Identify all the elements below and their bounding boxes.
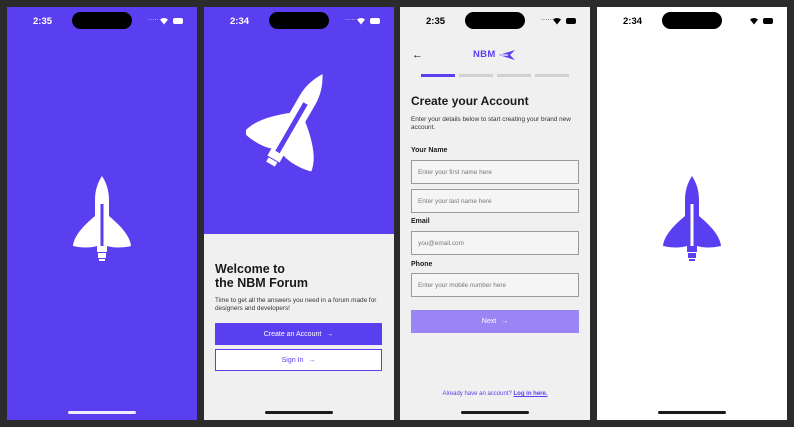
wifi-icon bbox=[357, 17, 365, 25]
home-indicator bbox=[68, 411, 136, 414]
dynamic-island bbox=[269, 12, 329, 29]
status-bar: 2:35 ..... bbox=[7, 7, 197, 35]
splash-screen-white: 2:34 bbox=[597, 7, 787, 420]
progress-steps bbox=[421, 74, 569, 77]
already-text: Already have an account? bbox=[442, 391, 512, 397]
welcome-description: Time to get all the answers you need in … bbox=[215, 297, 377, 312]
status-bar: 2:35 ..... bbox=[400, 7, 590, 35]
welcome-screen: 2:34 ..... Welcome to the NBM Forum Time… bbox=[204, 7, 394, 420]
signal-icon: ..... bbox=[148, 16, 159, 22]
battery-icon bbox=[173, 18, 183, 24]
status-time: 2:35 bbox=[33, 16, 53, 27]
dynamic-island bbox=[465, 12, 525, 29]
welcome-line-1: Welcome to bbox=[215, 262, 285, 276]
arrow-right-icon: → bbox=[326, 330, 334, 338]
welcome-line-2: the NBM Forum bbox=[215, 276, 309, 290]
rocket-logo-icon bbox=[663, 176, 721, 261]
phone-label: Phone bbox=[411, 261, 433, 268]
dynamic-island bbox=[662, 12, 722, 29]
hero-banner bbox=[204, 7, 394, 234]
name-label: Your Name bbox=[411, 147, 448, 154]
page-subtitle: Enter your details below to start creati… bbox=[411, 116, 571, 131]
status-time: 2:34 bbox=[623, 16, 643, 27]
rocket-tilted-icon bbox=[246, 74, 323, 172]
email-placeholder: you@email.com bbox=[418, 239, 464, 247]
create-account-label: Create an Account bbox=[263, 330, 322, 338]
phone-placeholder: Enter your mobile number here bbox=[418, 281, 507, 289]
last-name-placeholder: Enter your last name here bbox=[418, 197, 492, 205]
nbm-logo: NBM bbox=[473, 49, 515, 60]
battery-icon bbox=[763, 18, 773, 24]
email-label: Email bbox=[411, 218, 430, 225]
create-account-screen: 2:35 ..... ← NBM Create your Account Ent… bbox=[400, 7, 590, 420]
status-bar: 2:34 ..... bbox=[204, 7, 394, 35]
next-button[interactable]: Next → bbox=[411, 310, 579, 333]
arrow-right-icon: → bbox=[501, 318, 509, 325]
home-indicator bbox=[265, 411, 333, 414]
first-name-placeholder: Enter your first name here bbox=[418, 168, 492, 176]
wifi-icon bbox=[553, 17, 561, 25]
arrow-right-icon: → bbox=[308, 356, 316, 364]
login-link[interactable]: Log in here. bbox=[514, 391, 548, 397]
step-3 bbox=[497, 74, 531, 77]
signal-icon: ..... bbox=[541, 16, 552, 22]
wifi-icon bbox=[750, 17, 758, 25]
step-1 bbox=[421, 74, 455, 77]
dynamic-island bbox=[72, 12, 132, 29]
battery-icon bbox=[566, 18, 576, 24]
splash-screen-purple: 2:35 ..... bbox=[7, 7, 197, 420]
status-time: 2:34 bbox=[230, 16, 250, 27]
signal-icon: ..... bbox=[345, 16, 356, 22]
rocket-logo-icon bbox=[73, 176, 131, 261]
home-indicator bbox=[658, 411, 726, 414]
status-time: 2:35 bbox=[426, 16, 446, 27]
back-arrow-icon[interactable]: ← bbox=[412, 49, 423, 61]
page-title: Create your Account bbox=[411, 94, 529, 108]
wifi-icon bbox=[160, 17, 168, 25]
welcome-heading: Welcome to the NBM Forum bbox=[215, 262, 385, 290]
paper-plane-icon bbox=[498, 49, 515, 60]
step-2 bbox=[459, 74, 493, 77]
next-label: Next bbox=[481, 318, 497, 325]
last-name-field[interactable]: Enter your last name here bbox=[411, 189, 579, 213]
home-indicator bbox=[461, 411, 529, 414]
email-field[interactable]: you@email.com bbox=[411, 231, 579, 255]
logo-text: NBM bbox=[473, 49, 496, 60]
status-bar: 2:34 bbox=[597, 7, 787, 35]
step-4 bbox=[535, 74, 569, 77]
create-account-button[interactable]: Create an Account → bbox=[215, 323, 382, 345]
sign-in-button[interactable]: Sign In → bbox=[215, 349, 382, 371]
login-prompt: Already have an account? Log in here. bbox=[400, 391, 590, 397]
sign-in-label: Sign In bbox=[281, 356, 304, 364]
battery-icon bbox=[370, 18, 380, 24]
first-name-field[interactable]: Enter your first name here bbox=[411, 160, 579, 184]
phone-field[interactable]: Enter your mobile number here bbox=[411, 273, 579, 297]
